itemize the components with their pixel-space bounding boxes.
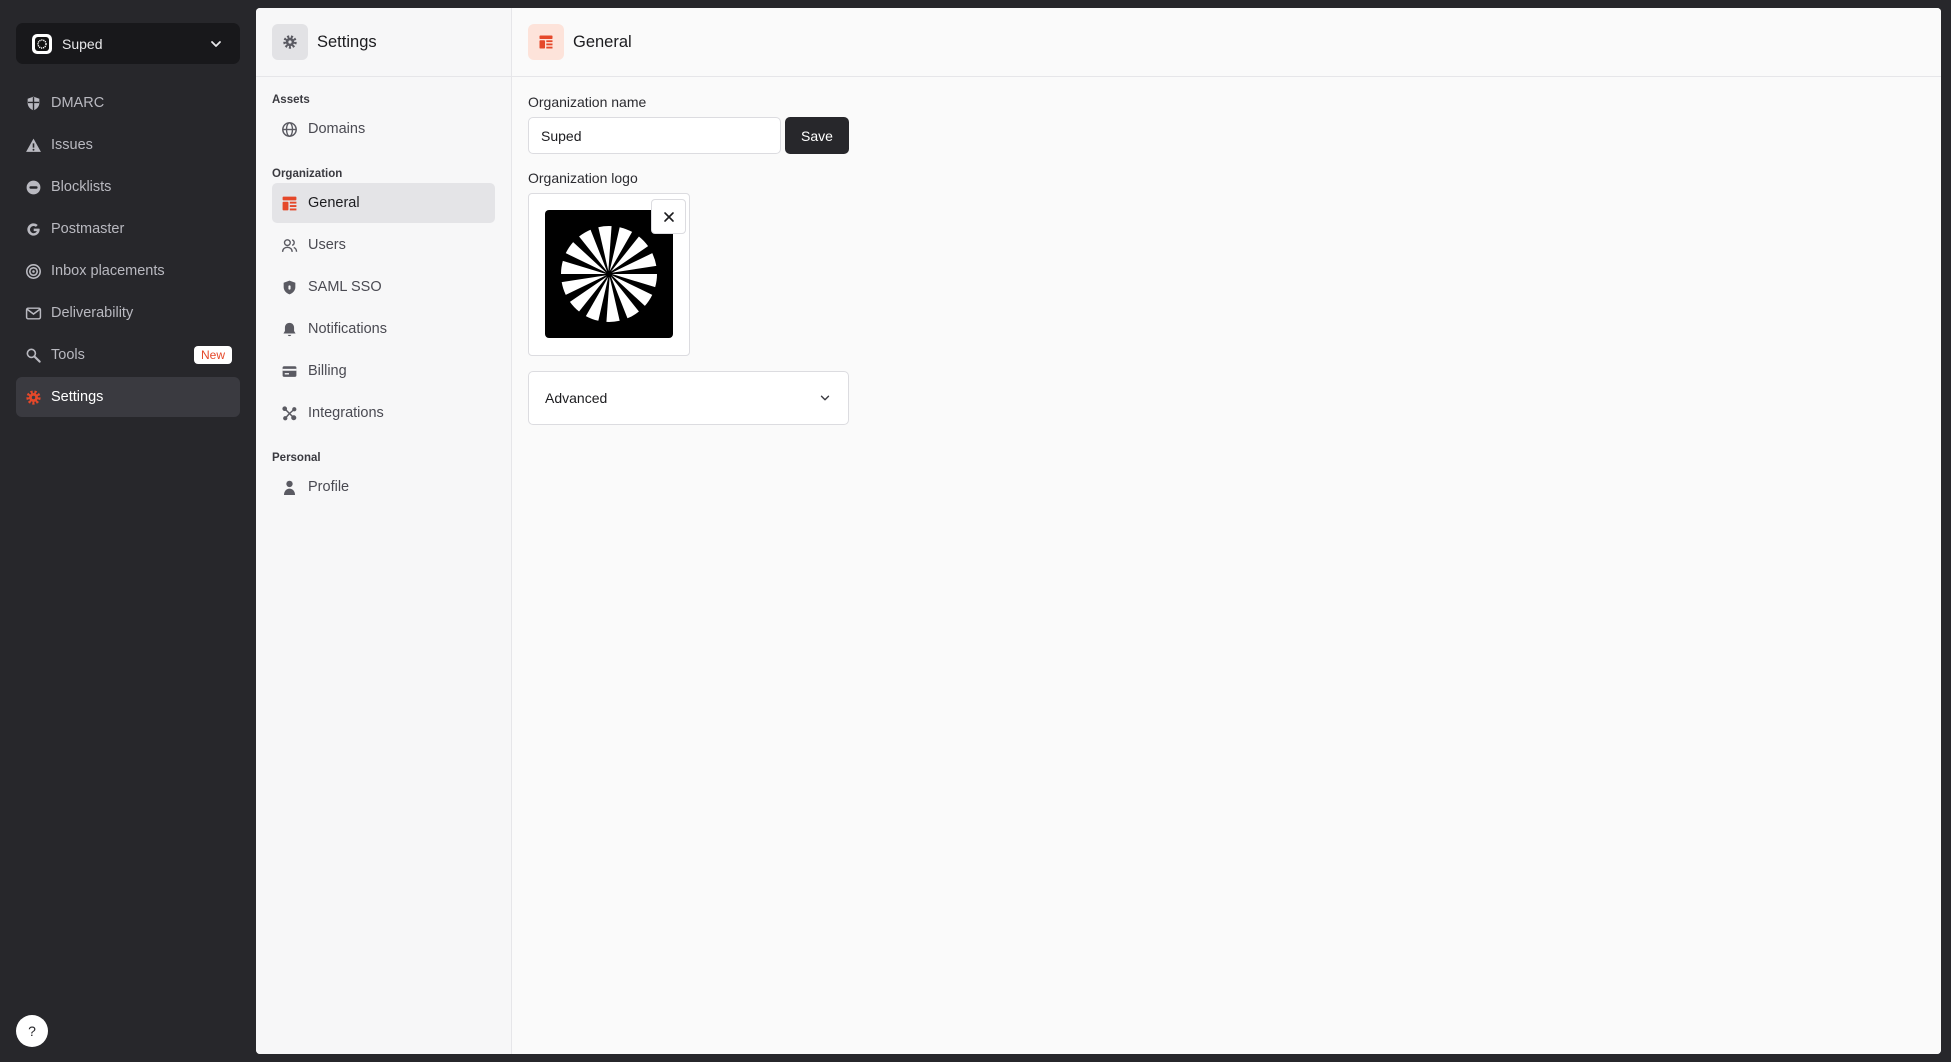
settings-item-domains[interactable]: Domains bbox=[272, 109, 495, 149]
workspace-logo-icon bbox=[32, 33, 52, 54]
nav-item-inbox-placements[interactable]: Inbox placements bbox=[16, 251, 240, 291]
settings-item-label: Profile bbox=[308, 479, 350, 495]
advanced-label: Advanced bbox=[545, 390, 608, 406]
nav-item-issues[interactable]: Issues bbox=[16, 125, 240, 165]
shield-lock-icon bbox=[283, 280, 296, 294]
warning-icon bbox=[26, 138, 41, 152]
remove-logo-button[interactable] bbox=[651, 199, 686, 234]
group-label-organization: Organization bbox=[272, 168, 343, 180]
nav-item-deliverability[interactable]: Deliverability bbox=[16, 293, 240, 333]
shield-icon bbox=[27, 96, 40, 110]
org-name-label: Organization name bbox=[528, 94, 647, 110]
settings-title: Settings bbox=[317, 32, 377, 51]
org-name-input[interactable] bbox=[528, 117, 781, 154]
main-panel: Settings Assets Domains Organization Gen… bbox=[256, 8, 1941, 1054]
nav-item-blocklists[interactable]: Blocklists bbox=[16, 167, 240, 207]
logo-burst-icon bbox=[561, 226, 657, 322]
google-icon bbox=[27, 222, 40, 236]
nav-item-settings[interactable]: Settings bbox=[16, 377, 240, 417]
settings-item-billing[interactable]: Billing bbox=[272, 351, 495, 391]
nav-item-tools[interactable]: Tools New bbox=[16, 335, 240, 375]
target-icon bbox=[26, 263, 41, 279]
settings-item-label: Integrations bbox=[308, 405, 384, 421]
globe-icon bbox=[282, 121, 297, 137]
settings-item-label: Domains bbox=[308, 121, 366, 137]
settings-item-profile[interactable]: Profile bbox=[272, 467, 495, 507]
group-label-personal: Personal bbox=[272, 452, 321, 464]
org-logo-label: Organization logo bbox=[528, 170, 638, 186]
person-icon bbox=[283, 480, 296, 495]
nav-item-postmaster[interactable]: Postmaster bbox=[16, 209, 240, 249]
users-icon bbox=[281, 238, 298, 252]
org-logo-container bbox=[528, 193, 690, 356]
workspace-name: Suped bbox=[62, 35, 103, 52]
gear-icon bbox=[26, 389, 41, 405]
close-icon bbox=[663, 211, 674, 222]
nav-item-label: DMARC bbox=[51, 95, 105, 111]
settings-sidebar: Settings Assets Domains Organization Gen… bbox=[256, 8, 512, 1054]
layout-icon bbox=[528, 24, 564, 60]
help-button[interactable]: ? bbox=[16, 1015, 48, 1047]
nav-item-dmarc[interactable]: DMARC bbox=[16, 83, 240, 123]
settings-item-label: General bbox=[308, 195, 360, 211]
nav-item-label: Issues bbox=[51, 137, 93, 153]
settings-item-notifications[interactable]: Notifications bbox=[272, 309, 495, 349]
content-header: General bbox=[512, 8, 1941, 77]
block-icon bbox=[26, 180, 41, 194]
main-sidebar: Suped DMARC Issues Blocklists Postmaster… bbox=[0, 0, 256, 1062]
integrations-icon bbox=[282, 405, 297, 420]
save-button[interactable]: Save bbox=[785, 117, 849, 154]
workspace-switcher[interactable]: Suped bbox=[16, 23, 240, 64]
wrench-icon bbox=[26, 348, 41, 363]
main-nav: DMARC Issues Blocklists Postmaster Inbox… bbox=[16, 83, 240, 419]
new-badge: New bbox=[193, 346, 232, 364]
settings-item-label: Users bbox=[308, 237, 346, 253]
settings-item-label: SAML SSO bbox=[308, 279, 382, 295]
group-label-assets: Assets bbox=[272, 94, 310, 106]
layout-icon bbox=[282, 196, 297, 210]
nav-item-label: Blocklists bbox=[51, 179, 112, 195]
settings-item-users[interactable]: Users bbox=[272, 225, 495, 265]
settings-item-label: Notifications bbox=[308, 321, 387, 337]
settings-item-integrations[interactable]: Integrations bbox=[272, 393, 495, 433]
mail-check-icon bbox=[25, 306, 42, 320]
chevron-down-icon bbox=[820, 395, 830, 401]
advanced-section-toggle[interactable]: Advanced bbox=[528, 371, 849, 425]
settings-header: Settings bbox=[256, 8, 511, 77]
chevron-down-icon bbox=[211, 40, 221, 47]
nav-item-label: Settings bbox=[51, 389, 104, 405]
bell-icon bbox=[283, 322, 296, 336]
nav-item-label: Inbox placements bbox=[51, 263, 165, 279]
card-icon bbox=[282, 365, 297, 377]
nav-item-label: Deliverability bbox=[51, 305, 134, 321]
nav-item-label: Postmaster bbox=[51, 221, 125, 237]
page-title: General bbox=[573, 32, 632, 51]
nav-item-label: Tools bbox=[51, 347, 85, 363]
settings-item-saml-sso[interactable]: SAML SSO bbox=[272, 267, 495, 307]
gear-icon bbox=[272, 24, 308, 60]
settings-item-label: Billing bbox=[308, 363, 347, 379]
general-settings-content: General Organization name Save Organizat… bbox=[512, 8, 1941, 1054]
settings-item-general[interactable]: General bbox=[272, 183, 495, 223]
